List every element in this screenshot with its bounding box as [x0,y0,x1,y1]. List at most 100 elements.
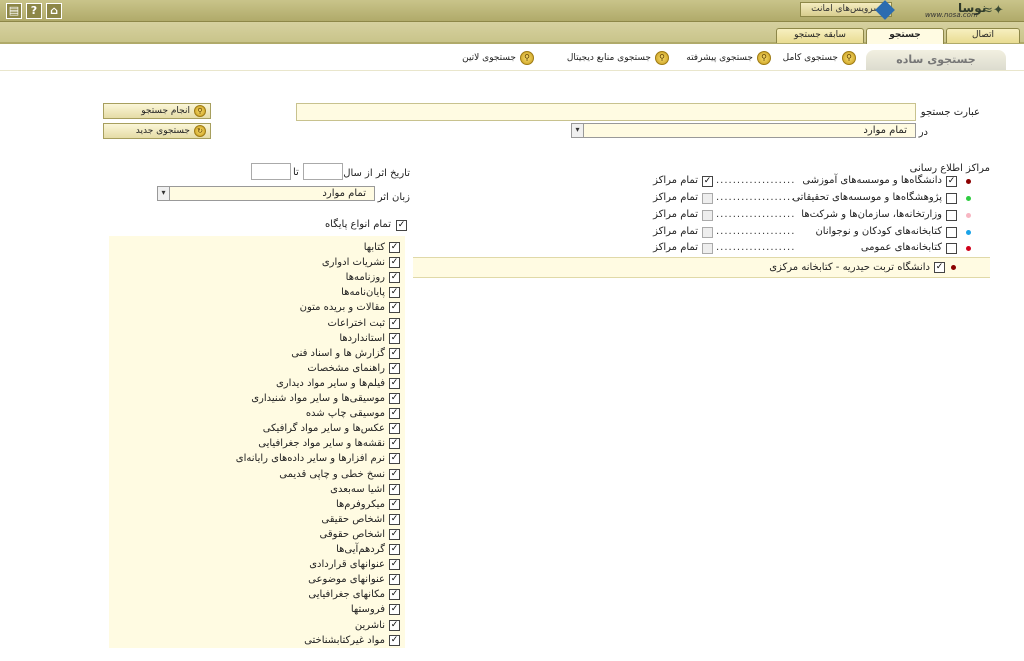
type-row[interactable]: ✓ فروستها [351,602,400,617]
type-checkbox[interactable]: ✓ [389,287,400,299]
type-label: مکانهای جغرافیایی [308,589,385,601]
type-label: موسیقی‌ها و سایر مواد شنیداری [251,393,385,404]
leader-dots: ........................................… [716,226,796,237]
type-row[interactable]: ✓ عنوانهای موضوعی [308,572,400,587]
tab-search[interactable]: جستجو [866,28,944,44]
all-centers-checkbox[interactable] [702,243,713,254]
type-checkbox[interactable]: ✓ [389,619,400,631]
subtab-full-search[interactable]: ⚲ جستجوی کامل [783,51,856,65]
type-label: نرم افزارها و سایر داده‌های رایانه‌ای [235,453,385,465]
type-checkbox[interactable]: ✓ [389,302,400,314]
type-row[interactable]: ✓ میکروفرم‌ها [336,497,400,512]
logo-bird-icon: ≈✦ [982,3,1004,18]
type-checkbox[interactable]: ✓ [389,393,400,404]
type-label: نقشه‌ها و سایر مواد جغرافیایی [258,438,385,450]
type-row[interactable]: ✓ مکانهای جغرافیایی [308,587,400,602]
type-row[interactable]: ✓ نرم افزارها و سایر داده‌های رایانه‌ای [236,451,400,466]
type-label: پایان‌نامه‌ها [341,287,385,299]
center-dot-icon [966,196,971,201]
type-checkbox[interactable]: ✓ [389,453,400,465]
type-checkbox[interactable]: ✓ [389,347,400,359]
type-row[interactable]: ✓ نقشه‌ها و سایر مواد جغرافیایی [258,436,400,451]
type-checkbox[interactable]: ✓ [389,317,400,329]
subtab-digital-search[interactable]: ⚲ جستجوی منابع دیجیتال [567,51,669,65]
type-row[interactable]: ✓ پایان‌نامه‌ها [341,285,400,300]
type-checkbox[interactable]: ✓ [389,589,400,601]
type-checkbox[interactable]: ✓ [389,544,400,555]
type-row[interactable]: ✓ فیلم‌ها و سایر مواد دیداری [276,376,400,391]
subtab-latin-search[interactable]: ⚲ جستجوی لاتین [462,51,534,65]
type-row[interactable]: ✓ عنوانهای قراردادی [309,557,400,572]
type-checkbox[interactable]: ✓ [389,528,400,540]
type-checkbox[interactable]: ✓ [389,332,400,344]
type-row[interactable]: ✓ ثبت اختراعات [328,316,400,331]
type-row[interactable]: ✓ اشخاص حقوقی [320,527,400,542]
type-row[interactable]: ✓ اشیا سه‌بعدی [330,482,400,497]
type-row[interactable]: ✓ گردهم‌آیی‌ها [336,542,400,557]
type-row[interactable]: ✓ عکس‌ها و سایر مواد گرافیکی [263,421,400,436]
type-checkbox[interactable]: ✓ [389,423,400,435]
type-checkbox[interactable]: ✓ [389,408,400,420]
search-field-select[interactable]: ▾ تمام موارد [571,123,916,138]
type-checkbox[interactable]: ✓ [389,272,400,284]
type-checkbox[interactable]: ✓ [389,438,400,450]
type-row[interactable]: ✓ گزارش ها و اسناد فنی [291,346,400,361]
help-icon[interactable]: ? [26,3,42,19]
type-checkbox[interactable]: ✓ [389,574,400,586]
type-checkbox[interactable]: ✓ [389,559,400,571]
search-input[interactable] [296,103,916,121]
center-type-checkbox[interactable] [946,210,957,221]
date-from-input[interactable] [303,163,343,180]
type-checkbox[interactable]: ✓ [389,242,400,253]
type-checkbox[interactable]: ✓ [389,483,400,495]
type-checkbox[interactable]: ✓ [389,377,400,389]
all-types-checkbox[interactable]: ✓ [396,220,407,231]
all-centers-checkbox[interactable]: ✓ [702,176,713,187]
all-types-label: تمام انواع پایگاه [324,219,391,230]
center-type-checkbox[interactable] [946,227,957,238]
date-to-input[interactable] [251,163,291,180]
type-checkbox[interactable]: ✓ [389,513,400,525]
selected-center-checkbox[interactable]: ✓ [934,262,945,273]
all-centers-checkbox[interactable] [702,227,713,238]
type-row[interactable]: ✓ روزنامه‌ها [346,270,400,285]
all-centers-checkbox[interactable] [702,193,713,204]
new-search-button[interactable]: ↻ جستجوی جدید [103,123,211,139]
settings-icon[interactable]: ▤ [6,3,22,19]
type-row[interactable]: ✓ مواد غیرکتابشناختی [304,633,400,648]
type-row[interactable]: ✓ راهنمای مشخصات [307,361,400,376]
subtab-simple-search[interactable]: جستجوی ساده [866,50,1006,70]
subtab-label: جستجوی لاتین [462,53,516,63]
type-row[interactable]: ✓ مقالات و بریده متون [300,300,400,315]
type-checkbox[interactable]: ✓ [389,257,400,269]
home-icon[interactable]: ⌂ [46,3,62,19]
center-type-checkbox[interactable]: ✓ [946,176,957,187]
type-row[interactable]: ✓ ناشرین [355,618,400,633]
type-label: ناشرین [354,619,385,631]
search-button[interactable]: ⚲ انجام جستجو [103,103,211,119]
type-row[interactable]: ✓ نشریات ادواری [322,255,400,270]
all-centers-checkbox[interactable] [702,210,713,221]
type-label: کتابها [363,242,385,253]
type-row[interactable]: ✓ کتابها [364,240,400,255]
type-checkbox[interactable]: ✓ [389,604,400,616]
subtab-advanced-search[interactable]: ⚲ جستجوی پیشرفته [686,51,771,65]
tab-connect[interactable]: اتصال [946,28,1020,43]
type-row[interactable]: ✓ اشخاص حقیقی [321,512,400,527]
type-checkbox[interactable]: ✓ [389,468,400,480]
tab-search-history[interactable]: سابقه جستجو [776,28,864,43]
center-type-checkbox[interactable] [946,243,957,254]
type-row[interactable]: ✓ استانداردها [339,331,400,346]
center-type-checkbox[interactable] [946,193,957,204]
type-checkbox[interactable]: ✓ [389,634,400,646]
type-label: عنوانهای قراردادی [309,559,385,571]
center-type-label: دانشگاه‌ها و موسسه‌های آموزشی [802,175,942,186]
language-select[interactable]: ▾ تمام موارد [157,186,375,201]
type-row[interactable]: ✓ نسخ خطی و چاپی قدیمی [279,467,400,482]
type-row[interactable]: ✓ موسیقی چاپ شده [306,406,400,421]
type-checkbox[interactable]: ✓ [389,498,400,510]
type-checkbox[interactable]: ✓ [389,362,400,374]
select-value: تمام موارد [863,125,907,136]
type-row[interactable]: ✓ موسیقی‌ها و سایر مواد شنیداری [251,391,400,406]
center-dot-icon [966,246,971,251]
